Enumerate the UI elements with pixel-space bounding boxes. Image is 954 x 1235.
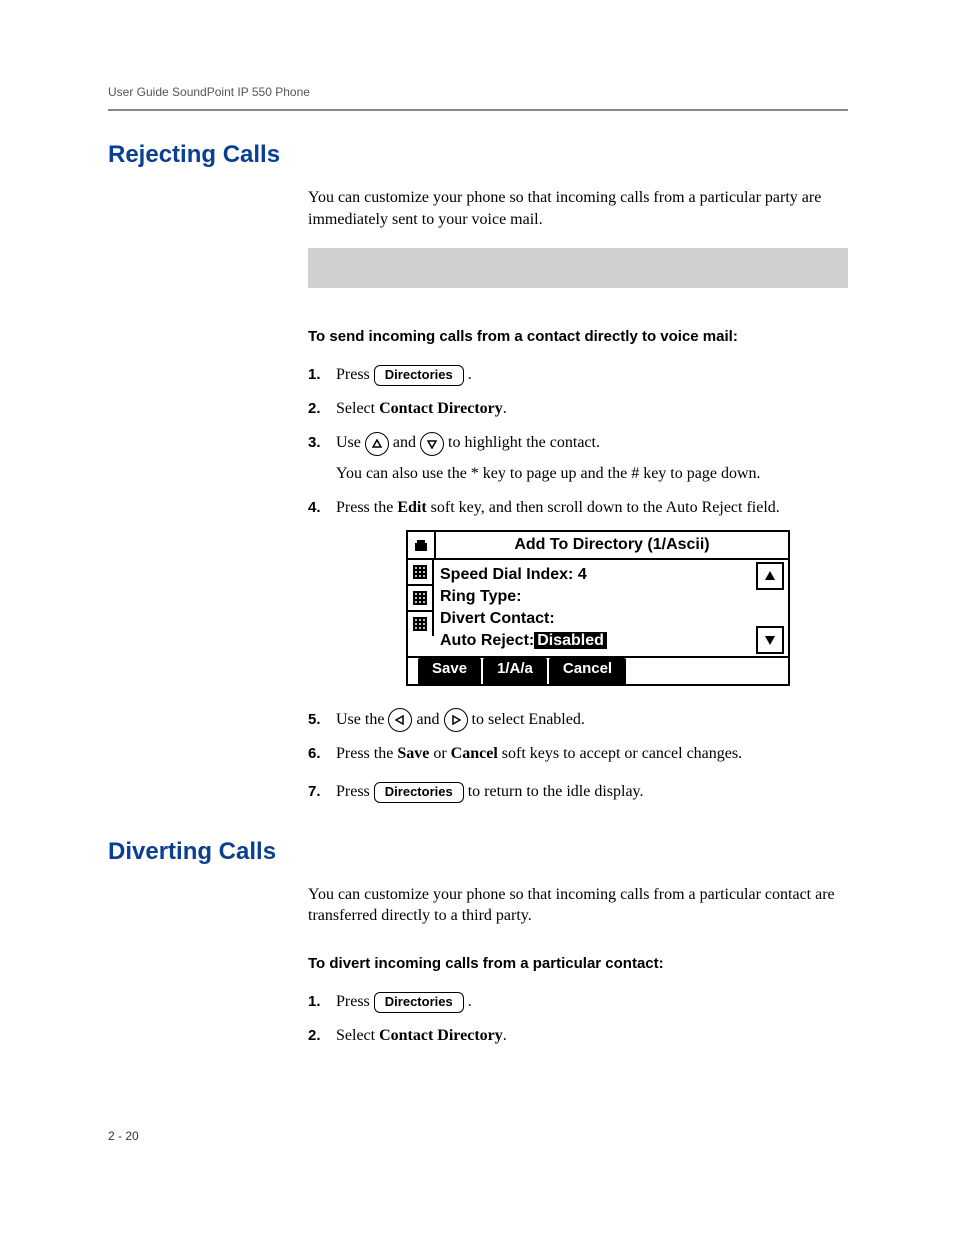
directories-key[interactable]: Directories: [374, 782, 464, 803]
intro-paragraph-2: You can customize your phone so that inc…: [308, 884, 848, 927]
text: to select Enabled.: [472, 711, 585, 728]
text: .: [503, 1027, 507, 1044]
step-4: Press the Edit soft key, and then scroll…: [336, 496, 848, 698]
heading-rejecting-calls: Rejecting Calls: [108, 141, 848, 169]
step-6: Press the Save or Cancel soft keys to ac…: [336, 742, 848, 766]
text: Press: [336, 783, 374, 800]
text: Press: [336, 366, 374, 383]
arrow-right-icon[interactable]: [444, 708, 468, 732]
step-3: Use and to highlight the contact. You ca…: [336, 431, 848, 485]
step-1: Press Directories .: [336, 363, 848, 387]
note-bar: [308, 248, 848, 288]
step-7: Press Directories to return to the idle …: [336, 780, 848, 804]
procedure-title-1: To send incoming calls from a contact di…: [308, 328, 848, 345]
bold-text: Contact Directory: [379, 400, 503, 417]
text: Select: [336, 1027, 379, 1044]
step-number: 1.: [308, 990, 336, 1014]
lcd-line: Speed Dial Index: 4: [440, 564, 748, 586]
lcd-title: Add To Directory (1/Ascii): [436, 532, 788, 558]
keypad-icon: [408, 560, 434, 586]
lcd-label: Auto Reject:: [440, 632, 534, 649]
directories-key[interactable]: Directories: [374, 365, 464, 386]
lcd-line: Auto Reject:Disabled: [440, 630, 748, 652]
text: to highlight the contact.: [448, 434, 600, 451]
bold-text: Edit: [397, 499, 426, 516]
text: Press the: [336, 499, 397, 516]
softkey-cancel[interactable]: Cancel: [549, 658, 626, 684]
page-number: 2 - 20: [108, 1129, 139, 1143]
text: soft keys to accept or cancel changes.: [498, 745, 742, 762]
scroll-up-icon[interactable]: [756, 562, 784, 590]
text: soft key, and then scroll down to the Au…: [427, 499, 780, 516]
bold-text: Cancel: [451, 745, 498, 762]
intro-paragraph-1: You can customize your phone so that inc…: [308, 187, 848, 230]
lcd-corner-icon: [408, 532, 436, 558]
softkey-mode[interactable]: 1/A/a: [483, 658, 547, 684]
text: Use the: [336, 711, 388, 728]
step-number: 3.: [308, 431, 336, 455]
header-rule: [108, 109, 848, 111]
text: or: [429, 745, 450, 762]
arrow-down-icon[interactable]: [420, 432, 444, 456]
step-number: 1.: [308, 363, 336, 387]
step-number: 2.: [308, 397, 336, 421]
text: .: [468, 366, 472, 383]
step-3-note: You can also use the * key to page up an…: [336, 462, 848, 486]
arrow-left-icon[interactable]: [388, 708, 412, 732]
lcd-scrollbar: [754, 560, 788, 656]
lcd-softkeys: Save 1/A/a Cancel: [408, 658, 788, 684]
text: to return to the idle display.: [468, 783, 644, 800]
step-2b: Select Contact Directory.: [336, 1024, 848, 1048]
keypad-icon: [408, 612, 434, 636]
lcd-line: Ring Type:: [440, 586, 748, 608]
running-header: User Guide SoundPoint IP 550 Phone: [108, 85, 848, 99]
softkey-save[interactable]: Save: [418, 658, 481, 684]
text: Press: [336, 993, 374, 1010]
lcd-content: Speed Dial Index: 4 Ring Type: Divert Co…: [434, 560, 754, 656]
arrow-up-icon[interactable]: [365, 432, 389, 456]
bold-text: Save: [397, 745, 429, 762]
text: .: [503, 400, 507, 417]
phone-lcd-screenshot: Add To Directory (1/Ascii) Speed Dial In…: [406, 530, 790, 686]
step-number: 4.: [308, 496, 336, 520]
lcd-line: Divert Contact:: [440, 608, 748, 630]
scroll-down-icon[interactable]: [756, 626, 784, 654]
step-number: 7.: [308, 780, 336, 804]
step-2: Select Contact Directory.: [336, 397, 848, 421]
keypad-icon: [408, 586, 434, 612]
text: and: [416, 711, 443, 728]
text: Select: [336, 400, 379, 417]
text: and: [393, 434, 420, 451]
step-number: 5.: [308, 708, 336, 732]
directories-key[interactable]: Directories: [374, 992, 464, 1013]
step-number: 6.: [308, 742, 336, 766]
text: Press the: [336, 745, 397, 762]
step-1b: Press Directories .: [336, 990, 848, 1014]
heading-diverting-calls: Diverting Calls: [108, 838, 848, 866]
procedure-title-2: To divert incoming calls from a particul…: [308, 955, 848, 972]
step-number: 2.: [308, 1024, 336, 1048]
bold-text: Contact Directory: [379, 1027, 503, 1044]
text: .: [468, 993, 472, 1010]
step-5: Use the and to select Enabled.: [336, 708, 848, 732]
lcd-left-icons: [408, 560, 434, 656]
text: Use: [336, 434, 365, 451]
lcd-highlighted-value: Disabled: [534, 632, 607, 649]
